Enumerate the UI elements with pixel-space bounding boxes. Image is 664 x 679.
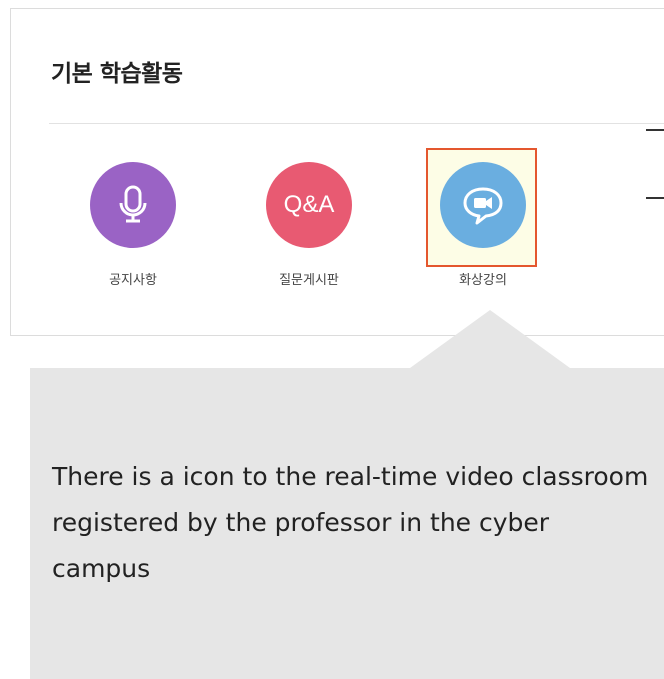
video-chat-icon <box>463 187 503 225</box>
notice-icon-circle[interactable] <box>90 162 176 248</box>
video-icon-circle[interactable] <box>440 162 526 248</box>
activity-qna[interactable]: Q&A 질문게시판 <box>266 162 352 288</box>
qna-label[interactable]: 질문게시판 <box>266 269 352 288</box>
activity-video-lecture[interactable]: 화상강의 <box>440 162 526 288</box>
qna-icon: Q&A <box>283 191 335 218</box>
callout-text: There is a icon to the real-time video c… <box>52 462 649 583</box>
callout-box: There is a icon to the real-time video c… <box>30 368 664 679</box>
edge-line <box>646 197 664 199</box>
edge-line <box>646 129 664 131</box>
activity-notice[interactable]: 공지사항 <box>90 162 176 288</box>
notice-label[interactable]: 공지사항 <box>90 269 176 288</box>
qna-icon-circle[interactable]: Q&A <box>266 162 352 248</box>
video-lecture-label[interactable]: 화상강의 <box>440 269 526 288</box>
section-title: 기본 학습활동 <box>51 61 183 87</box>
microphone-icon <box>119 185 147 223</box>
callout-pointer <box>410 310 570 368</box>
divider <box>49 123 664 124</box>
